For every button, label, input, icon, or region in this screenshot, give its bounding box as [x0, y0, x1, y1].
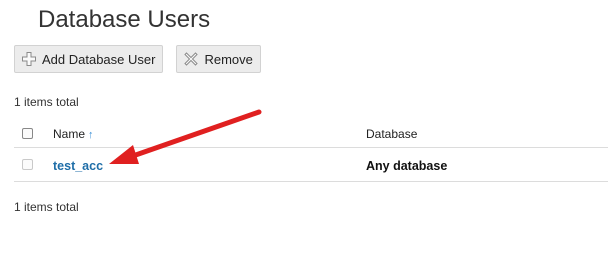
page: Database Users Add Database User Remove … — [0, 0, 608, 264]
table-row: test_acc Any database — [14, 148, 608, 182]
select-all-checkbox[interactable] — [22, 128, 33, 139]
column-header-name-label: Name — [53, 127, 86, 141]
add-database-user-button[interactable]: Add Database User — [14, 45, 164, 73]
items-total-bottom: 1 items total — [14, 200, 79, 214]
plus-icon — [21, 51, 37, 67]
sort-ascending-icon: ↑ — [88, 129, 94, 141]
user-name-link[interactable]: test_acc — [53, 159, 103, 173]
column-header-name[interactable]: Name ↑ — [53, 127, 94, 141]
users-table: Name ↑ Database test_acc Any database — [14, 120, 608, 182]
remove-button[interactable]: Remove — [176, 45, 261, 73]
add-database-user-label: Add Database User — [42, 51, 156, 67]
row-checkbox[interactable] — [22, 159, 33, 170]
toolbar: Add Database User Remove — [14, 45, 261, 73]
database-value: Any database — [366, 159, 448, 173]
column-header-database: Database — [366, 127, 418, 141]
page-title: Database Users — [38, 6, 211, 33]
items-total-top: 1 items total — [14, 95, 79, 109]
remove-label: Remove — [204, 51, 253, 67]
table-header-row: Name ↑ Database — [14, 120, 608, 148]
close-x-icon — [183, 51, 199, 67]
